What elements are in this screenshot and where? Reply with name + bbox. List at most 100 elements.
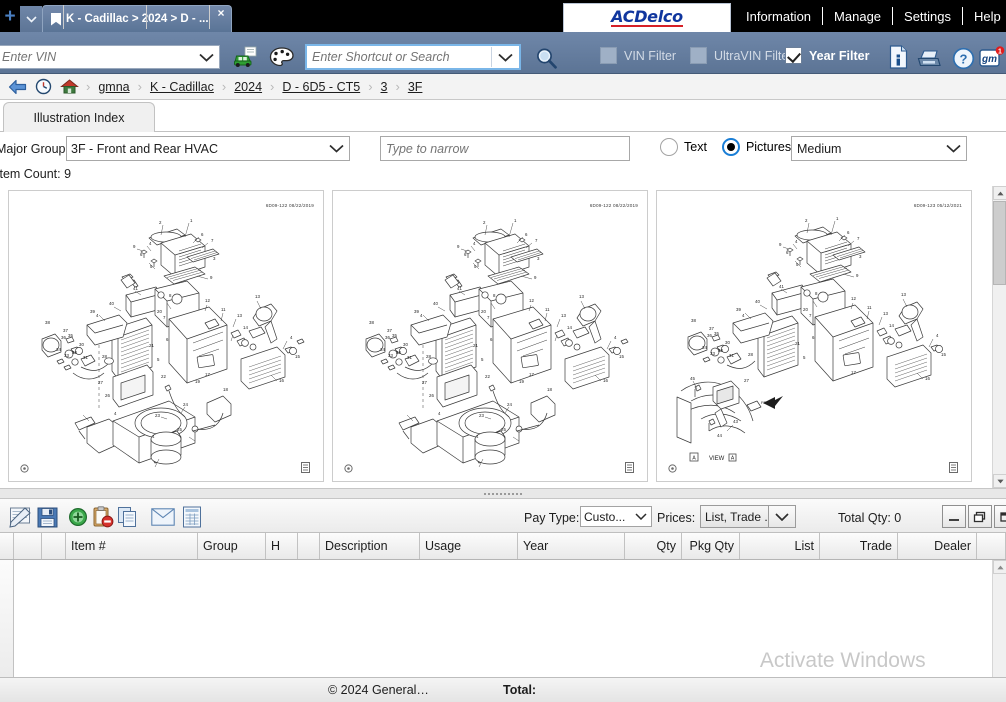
restore-icon[interactable] — [968, 505, 992, 528]
clock-icon[interactable] — [30, 75, 56, 99]
breadcrumb-item-gmna[interactable]: gmna — [94, 80, 133, 94]
table-column-usage[interactable]: Usage — [420, 533, 518, 559]
vehicle-icon[interactable] — [232, 45, 260, 69]
add-green-icon[interactable] — [67, 506, 89, 528]
back-arrow-icon[interactable] — [4, 75, 30, 99]
new-tab-button[interactable]: + — [0, 0, 20, 32]
home-icon[interactable] — [56, 75, 82, 99]
breadcrumb-item-group[interactable]: 3F — [404, 80, 427, 94]
checkbox-box[interactable] — [690, 47, 707, 64]
breadcrumb-item-year[interactable]: 2024 — [230, 80, 266, 94]
illustration-card[interactable]: 6D09-122 08/22/2019 2 1 6 7 9 4 6 5 9 3 … — [332, 190, 648, 482]
info-document-icon[interactable] — [886, 44, 910, 70]
svg-text:22: 22 — [485, 374, 490, 379]
order-pen-icon[interactable] — [8, 505, 34, 529]
menu-manage[interactable]: Manage — [823, 6, 892, 26]
gm-icon[interactable]: gm 1 — [978, 45, 1006, 71]
menu-settings[interactable]: Settings — [893, 6, 962, 26]
image-size-select[interactable]: Medium — [791, 136, 967, 161]
svg-text:4: 4 — [420, 313, 423, 318]
menu-information[interactable]: Information — [735, 6, 822, 26]
clipboard-delete-icon[interactable] — [91, 505, 115, 529]
major-group-select[interactable]: 3F - Front and Rear HVAC — [66, 136, 350, 161]
checkbox-box[interactable] — [600, 47, 617, 64]
target-icon[interactable] — [668, 464, 677, 473]
table-column-qty[interactable]: Qty — [625, 533, 682, 559]
illustration-card[interactable]: 6D09-122 08/22/2019 2 1 6 7 9 4 6 5 9 3 … — [8, 190, 324, 482]
table-column-blank3[interactable] — [298, 533, 320, 559]
vin-input[interactable] — [0, 46, 193, 68]
parts-list-icon[interactable] — [949, 462, 958, 473]
table-column-pkg-qty[interactable]: Pkg Qty — [682, 533, 740, 559]
table-column-item[interactable]: Item # — [66, 533, 198, 559]
breadcrumb-item-make[interactable]: K - Cadillac — [146, 80, 218, 94]
svg-text:15: 15 — [295, 354, 300, 359]
chevron-down-icon[interactable] — [940, 138, 966, 160]
paint-palette-icon[interactable] — [268, 45, 296, 69]
svg-text:18: 18 — [547, 387, 552, 392]
target-icon[interactable] — [344, 464, 353, 473]
table-column-blank2[interactable] — [42, 533, 66, 559]
parts-list-icon[interactable] — [301, 462, 310, 473]
pay-type-select[interactable]: Custo... — [580, 506, 652, 527]
chevron-down-icon[interactable] — [193, 46, 219, 68]
svg-text:6: 6 — [166, 337, 169, 342]
question-circle-icon[interactable]: ? — [950, 45, 976, 71]
table-column-select[interactable] — [0, 533, 14, 559]
scroll-up-button[interactable] — [993, 560, 1006, 574]
vin-filter-checkbox[interactable]: VIN Filter — [600, 47, 676, 64]
chevron-down-icon[interactable] — [492, 46, 518, 68]
table-column-list[interactable]: List — [740, 533, 820, 559]
svg-text:23: 23 — [479, 413, 484, 418]
year-filter-checkbox[interactable]: Year Filter — [785, 47, 869, 64]
magnifier-icon[interactable] — [533, 46, 559, 70]
search-input[interactable] — [308, 47, 492, 67]
svg-text:6: 6 — [847, 230, 850, 235]
table-column-description[interactable]: Description — [320, 533, 420, 559]
spreadsheet-icon[interactable] — [181, 505, 203, 529]
svg-text:24: 24 — [507, 402, 512, 407]
table-column-trade[interactable]: Trade — [820, 533, 898, 559]
illustration-card[interactable]: 6D09-123 05/12/2021 2 1 6 7 9 4 6 5 9 3 … — [656, 190, 972, 482]
svg-text:17: 17 — [529, 372, 534, 377]
scrollbar-thumb[interactable] — [993, 201, 1006, 285]
email-icon[interactable] — [150, 507, 176, 527]
copy-icon[interactable] — [116, 505, 140, 529]
breadcrumb-item-model[interactable]: D - 6D5 - CT5 — [278, 80, 364, 94]
scroll-up-button[interactable] — [993, 186, 1006, 200]
table-column-group[interactable]: Group — [198, 533, 266, 559]
menu-help[interactable]: Help — [963, 6, 1006, 26]
table-column-h[interactable]: H — [266, 533, 298, 559]
close-icon[interactable]: × — [218, 6, 225, 19]
minimize-icon[interactable] — [942, 505, 966, 528]
table-column-dealer[interactable]: Dealer — [898, 533, 977, 559]
save-floppy-icon[interactable] — [35, 505, 59, 529]
table-column-year[interactable]: Year — [518, 533, 625, 559]
image-size-value: Medium — [797, 141, 842, 156]
parts-list-icon[interactable] — [625, 462, 634, 473]
maximize-icon[interactable] — [994, 505, 1006, 528]
illustration-scrollbar[interactable] — [992, 186, 1006, 488]
table-column-end[interactable] — [977, 533, 1006, 559]
target-icon[interactable] — [20, 464, 29, 473]
ultravin-filter-checkbox[interactable]: UltraVIN Filter — [690, 47, 792, 64]
checkbox-box[interactable] — [785, 47, 802, 64]
chevron-down-icon[interactable] — [631, 507, 651, 526]
splitter-grip[interactable] — [483, 492, 523, 497]
document-tab[interactable]: K - Cadillac > 2024 > D - ... × — [42, 5, 232, 32]
panel-splitter[interactable] — [0, 488, 1006, 499]
breadcrumb-item-section[interactable]: 3 — [377, 80, 392, 94]
narrow-search-input[interactable] — [380, 136, 630, 161]
brand-logo: ACDelco — [563, 3, 731, 33]
radio-pictures[interactable] — [721, 138, 740, 156]
search-combobox[interactable] — [305, 44, 521, 70]
chevron-down-icon[interactable] — [20, 6, 42, 32]
chevron-down-icon[interactable] — [768, 505, 796, 528]
radio-text[interactable] — [660, 138, 678, 156]
tab-illustration-index[interactable]: Illustration Index — [3, 102, 155, 132]
chevron-down-icon[interactable] — [323, 138, 349, 160]
printer-icon[interactable] — [916, 46, 942, 70]
scroll-down-button[interactable] — [993, 474, 1006, 488]
table-column-blank1[interactable] — [14, 533, 42, 559]
vin-combobox[interactable] — [0, 45, 220, 69]
